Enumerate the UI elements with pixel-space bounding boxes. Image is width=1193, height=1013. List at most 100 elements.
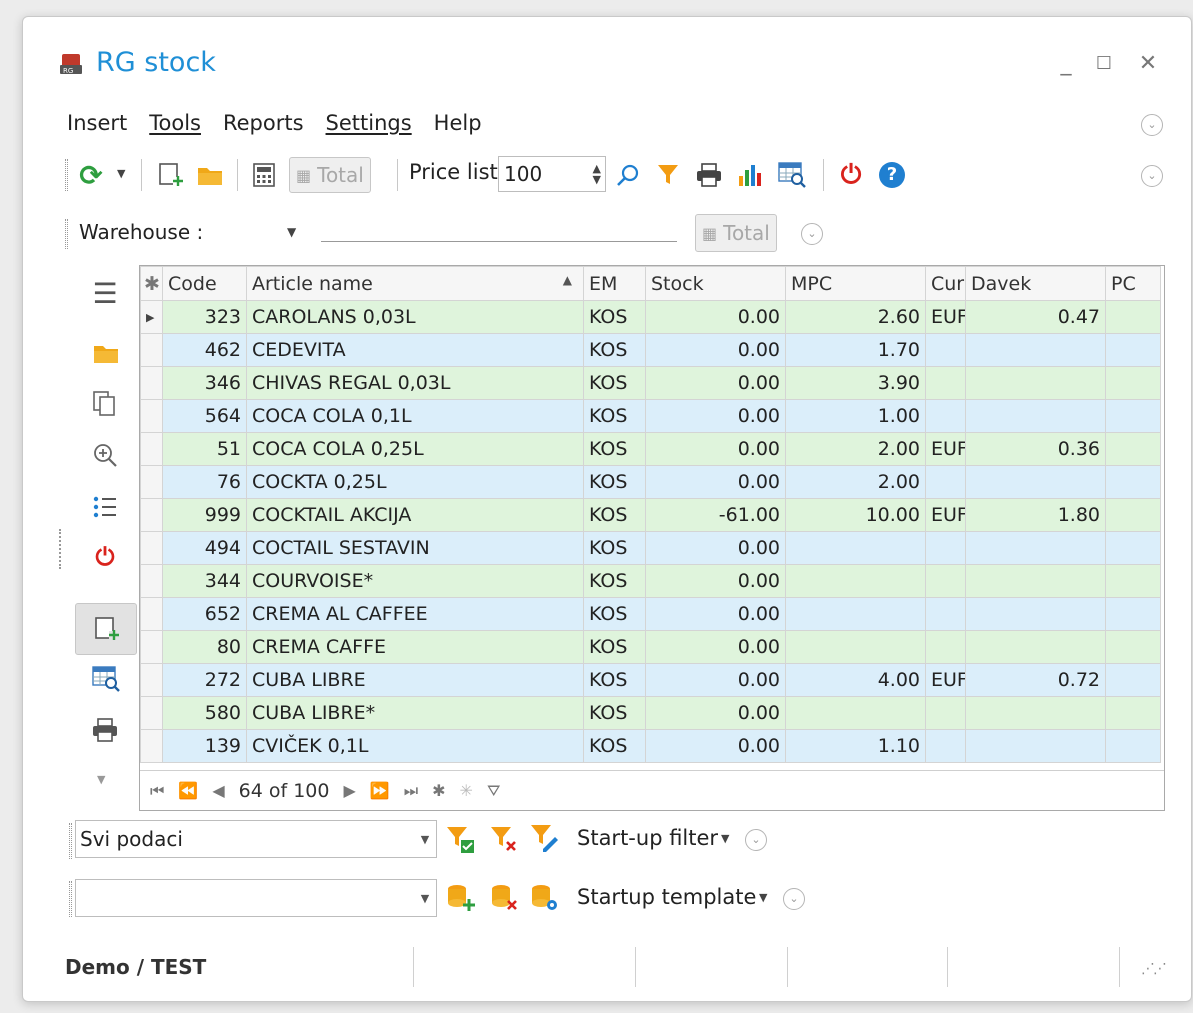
next-page-icon[interactable]: ⏩ [370,781,390,800]
cell-article-name[interactable]: COCA COLA 0,25L [246,432,584,466]
cell-stock[interactable]: 0.00 [645,333,786,367]
power-icon[interactable]: ⏻ [837,160,865,190]
cell-em[interactable]: KOS [583,300,646,334]
cell-article-name[interactable]: CREMA CAFFE [246,630,584,664]
menu-hamburger-icon[interactable]: ☰ [85,273,125,313]
table-row[interactable]: ▶ 323 CAROLANS 0,03L KOS 0.00 2.60 EUF 0.47 [140,300,1161,334]
column-header-code[interactable]: Code [162,266,247,301]
previous-record-icon[interactable]: ◀ [212,781,224,800]
cell-mpc[interactable]: 1.70 [785,333,926,367]
startup-filter-dropdown-icon[interactable]: ▼ [721,832,729,845]
edit-record-icon[interactable]: ✳ [460,781,473,800]
cell-mpc[interactable]: 10.00 [785,498,926,532]
menu-tools[interactable]: Tools [149,111,201,143]
copy-icon[interactable] [91,389,119,419]
startup-template-label[interactable]: Startup template [577,885,756,909]
column-header-article-name[interactable]: Article name ▲ [246,266,584,301]
cell-davek[interactable] [965,696,1106,730]
clear-filter-icon[interactable] [489,825,521,855]
current-row-indicator-icon[interactable]: ▶ [140,300,163,334]
cell-cur[interactable] [925,564,966,598]
cell-mpc[interactable]: 2.00 [785,432,926,466]
cell-pc[interactable] [1105,300,1161,334]
cell-em[interactable]: KOS [583,366,646,400]
table-row[interactable]: 564 COCA COLA 0,1L KOS 0.00 1.00 [140,399,1161,433]
cell-davek[interactable]: 0.72 [965,663,1106,697]
cell-code[interactable]: 323 [162,300,247,334]
cell-cur[interactable] [925,465,966,499]
cell-cur[interactable] [925,630,966,664]
calculator-icon[interactable] [251,162,277,188]
side-open-folder-icon[interactable] [91,339,121,367]
cell-em[interactable]: KOS [583,663,646,697]
side-grid-search-icon[interactable] [91,665,121,693]
cell-pc[interactable] [1105,432,1161,466]
cell-code[interactable]: 51 [162,432,247,466]
column-header-davek[interactable]: Davek [965,266,1106,301]
table-row[interactable]: 346 CHIVAS REGAL 0,03L KOS 0.00 3.90 [140,366,1161,400]
cell-code[interactable]: 76 [162,465,247,499]
spin-arrows-icon[interactable]: ▲ ▼ [593,163,601,185]
side-power-icon[interactable]: ⏻ [85,537,125,577]
refresh-dropdown-icon[interactable]: ▼ [117,167,125,180]
cell-stock[interactable]: 0.00 [645,465,786,499]
cell-code[interactable]: 344 [162,564,247,598]
search-icon[interactable] [615,163,641,189]
cell-stock[interactable]: 0.00 [645,663,786,697]
row-indicator[interactable] [140,498,163,532]
warehouse-bar-grip[interactable] [65,219,68,249]
warehouse-dropdown-icon[interactable]: ▼ [287,225,296,239]
cell-pc[interactable] [1105,498,1161,532]
cell-cur[interactable] [925,531,966,565]
cell-code[interactable]: 80 [162,630,247,664]
column-header-cur[interactable]: Cur [925,266,966,301]
cell-code[interactable]: 272 [162,663,247,697]
filter-icon[interactable] [655,162,681,188]
open-folder-icon[interactable] [195,161,225,189]
cell-article-name[interactable]: CHIVAS REGAL 0,03L [246,366,584,400]
side-more-icon[interactable]: ▼ [97,773,105,786]
cell-stock[interactable]: 0.00 [645,366,786,400]
row-indicator[interactable] [140,333,163,367]
table-row[interactable]: 80 CREMA CAFFE KOS 0.00 [140,630,1161,664]
cell-code[interactable]: 494 [162,531,247,565]
cell-davek[interactable] [965,333,1106,367]
cell-cur[interactable] [925,333,966,367]
table-row[interactable]: 344 COURVOISE* KOS 0.00 [140,564,1161,598]
column-header-stock[interactable]: Stock [645,266,786,301]
table-row[interactable]: 272 CUBA LIBRE KOS 0.00 4.00 EUF 0.72 [140,663,1161,697]
cell-davek[interactable] [965,465,1106,499]
row-indicator[interactable] [140,630,163,664]
cell-cur[interactable] [925,399,966,433]
cell-article-name[interactable]: CAROLANS 0,03L [246,300,584,334]
cell-davek[interactable] [965,531,1106,565]
cell-stock[interactable]: -61.00 [645,498,786,532]
template-combo-dropdown-icon[interactable]: ▼ [414,892,436,905]
cell-pc[interactable] [1105,696,1161,730]
template-bar-grip[interactable] [69,881,72,917]
cell-stock[interactable]: 0.00 [645,432,786,466]
table-row[interactable]: 999 COCKTAIL AKCIJA KOS -61.00 10.00 EUF 1.80 [140,498,1161,532]
menu-reports[interactable]: Reports [223,111,304,143]
warehouse-collapse-button[interactable]: ⌄ [801,223,823,245]
cell-stock[interactable]: 0.00 [645,300,786,334]
total-button[interactable]: ▦ Total [289,157,371,193]
cell-article-name[interactable]: COCTAIL SESTAVIN [246,531,584,565]
cell-mpc[interactable] [785,630,926,664]
cell-davek[interactable] [965,630,1106,664]
cell-mpc[interactable] [785,564,926,598]
table-row[interactable]: 652 CREMA AL CAFFEE KOS 0.00 [140,597,1161,631]
cell-stock[interactable]: 0.00 [645,531,786,565]
cell-cur[interactable] [925,597,966,631]
cell-pc[interactable] [1105,333,1161,367]
close-button[interactable]: ✕ [1135,51,1161,77]
row-indicator[interactable] [140,729,163,763]
cell-em[interactable]: KOS [583,399,646,433]
cell-davek[interactable]: 0.36 [965,432,1106,466]
new-row-indicator[interactable]: ✱ [140,266,163,301]
add-template-icon[interactable] [445,883,477,913]
cell-article-name[interactable]: COURVOISE* [246,564,584,598]
maximize-button[interactable]: ☐ [1091,51,1117,77]
cell-article-name[interactable]: COCKTA 0,25L [246,465,584,499]
cell-code[interactable]: 580 [162,696,247,730]
